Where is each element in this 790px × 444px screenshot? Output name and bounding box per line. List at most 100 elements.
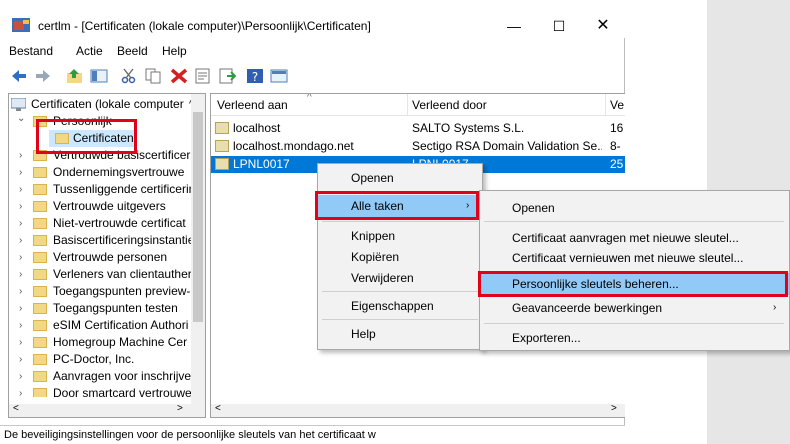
- submenu-item-advanced-operations[interactable]: Geavanceerde bewerkingen ›: [480, 297, 789, 319]
- list-header: Verleend aan ^ Verleend door Ve: [211, 94, 625, 116]
- tree-item[interactable]: › Aanvragen voor inschrijve: [9, 368, 193, 385]
- folder-icon: [55, 133, 69, 144]
- column-divider[interactable]: [407, 94, 408, 116]
- chevron-right-icon[interactable]: ›: [19, 232, 29, 249]
- context-item-verwijderen[interactable]: Verwijderen: [318, 267, 482, 289]
- submenu-item-manage-private-keys[interactable]: Persoonlijke sleutels beheren...: [480, 273, 789, 295]
- tree-item-persoonlijk[interactable]: ⌄ Persoonlijk: [9, 113, 193, 130]
- folder-icon: [33, 354, 47, 365]
- tree-item[interactable]: › Vertrouwde personen: [9, 249, 193, 266]
- minimize-button[interactable]: —: [492, 14, 536, 38]
- delete-icon[interactable]: [170, 68, 188, 84]
- tree-item[interactable]: › Tussenliggende certificerin: [9, 181, 195, 198]
- context-item-alle-taken[interactable]: Alle taken ›: [318, 195, 482, 217]
- cut-icon[interactable]: [120, 68, 138, 84]
- column-issued-by[interactable]: Verleend door: [412, 98, 487, 112]
- up-folder-icon[interactable]: [66, 68, 84, 84]
- chevron-right-icon[interactable]: ›: [19, 215, 29, 232]
- context-item-kopieren[interactable]: Kopiëren: [318, 246, 482, 268]
- scroll-left-icon[interactable]: <: [13, 403, 19, 414]
- table-row[interactable]: localhost.mondago.net Sectigo RSA Domain…: [211, 138, 625, 155]
- close-button[interactable]: ✕: [581, 14, 625, 38]
- chevron-right-icon[interactable]: ›: [19, 249, 29, 266]
- console-icon[interactable]: [270, 68, 288, 84]
- menu-separator: [322, 291, 478, 292]
- status-bar: De beveiligingsinstellingen voor de pers…: [0, 425, 625, 444]
- chevron-right-icon[interactable]: ›: [19, 368, 29, 385]
- submenu-item-request-new-key[interactable]: Certificaat aanvragen met nieuwe sleutel…: [480, 227, 789, 249]
- submenu-item-renew-new-key[interactable]: Certificaat vernieuwen met nieuwe sleute…: [480, 247, 789, 269]
- scrollbar-thumb[interactable]: [193, 112, 203, 322]
- maximize-button[interactable]: ☐: [537, 14, 581, 38]
- chevron-right-icon[interactable]: ›: [19, 181, 29, 198]
- context-item-help[interactable]: Help: [318, 323, 482, 345]
- scroll-right-icon[interactable]: >: [177, 403, 183, 414]
- chevron-right-icon[interactable]: ›: [19, 147, 29, 164]
- export-list-icon[interactable]: [218, 68, 236, 84]
- context-item-eigenschappen[interactable]: Eigenschappen: [318, 295, 482, 317]
- submenu-arrow-icon: ›: [773, 302, 777, 313]
- tree-horizontal-scrollbar[interactable]: < >: [9, 403, 205, 417]
- chevron-right-icon[interactable]: ›: [19, 266, 29, 283]
- context-menu: Openen Alle taken › Knippen Kopiëren Ver…: [317, 163, 483, 350]
- folder-icon: [33, 218, 47, 229]
- tree-item[interactable]: › Verleners van clientauther: [9, 266, 193, 283]
- tree-item-root[interactable]: Certificaten (lokale computer ^: [9, 96, 194, 113]
- tree-item-certificaten[interactable]: Certificaten: [49, 130, 137, 147]
- submenu-item-exporteren[interactable]: Exporteren...: [480, 327, 789, 349]
- properties-icon[interactable]: [194, 68, 212, 84]
- folder-icon: [33, 388, 47, 397]
- column-issued-to[interactable]: Verleend aan: [217, 98, 288, 112]
- chevron-right-icon[interactable]: ›: [19, 198, 29, 215]
- table-row[interactable]: localhost SALTO Systems S.L. 16: [211, 120, 625, 137]
- chevron-right-icon[interactable]: ›: [19, 385, 29, 397]
- list-horizontal-scrollbar[interactable]: < >: [211, 403, 625, 417]
- folder-icon: [33, 252, 47, 263]
- menu-separator: [322, 319, 478, 320]
- back-icon[interactable]: [10, 68, 28, 84]
- context-item-openen[interactable]: Openen: [318, 167, 482, 189]
- tree-item[interactable]: › Basiscertificeringsinstantie: [9, 232, 194, 249]
- menu-beeld[interactable]: Beeld: [117, 44, 148, 58]
- title-bar: certlm - [Certificaten (lokale computer)…: [0, 0, 625, 38]
- menu-actie[interactable]: Actie: [76, 44, 103, 58]
- chevron-right-icon[interactable]: ›: [19, 317, 29, 334]
- folder-icon: [33, 116, 47, 127]
- column-divider[interactable]: [605, 94, 606, 116]
- tree-item[interactable]: › Ondernemingsvertrouwe: [9, 164, 193, 181]
- tree-item[interactable]: › Toegangspunten preview-: [9, 283, 193, 300]
- menu-help[interactable]: Help: [162, 44, 187, 58]
- column-expiry[interactable]: Ve: [610, 98, 624, 112]
- context-item-knippen[interactable]: Knippen: [318, 225, 482, 247]
- chevron-right-icon[interactable]: ›: [19, 164, 29, 181]
- folder-icon: [33, 167, 47, 178]
- tree-item[interactable]: › Toegangspunten testen: [9, 300, 193, 317]
- tree-item[interactable]: › eSIM Certification Authori: [9, 317, 193, 334]
- submenu-item-openen[interactable]: Openen: [480, 197, 789, 219]
- svg-text:?: ?: [252, 70, 258, 84]
- forward-icon[interactable]: [34, 68, 52, 84]
- folder-icon: [33, 235, 47, 246]
- tree-item[interactable]: › Vertrouwde uitgevers: [9, 198, 193, 215]
- menu-bestand[interactable]: Bestand: [9, 44, 53, 58]
- tree-item[interactable]: › Vertrouwde basiscertificer: [9, 147, 193, 164]
- tree-item[interactable]: › PC-Doctor, Inc.: [9, 351, 193, 368]
- scroll-right-icon[interactable]: >: [611, 403, 617, 414]
- tree-vertical-scrollbar[interactable]: [191, 94, 205, 405]
- chevron-right-icon[interactable]: ›: [19, 283, 29, 300]
- tree-item[interactable]: › Door smartcard vertrouwe: [9, 385, 193, 397]
- folder-icon: [33, 371, 47, 382]
- chevron-right-icon[interactable]: ›: [19, 351, 29, 368]
- folder-icon: [33, 184, 47, 195]
- chevron-down-icon[interactable]: ⌄: [17, 110, 27, 127]
- chevron-right-icon[interactable]: ›: [19, 300, 29, 317]
- certificate-icon: [215, 158, 229, 170]
- scroll-left-icon[interactable]: <: [215, 403, 221, 414]
- copy-icon[interactable]: [144, 68, 162, 84]
- help-icon[interactable]: ?: [246, 68, 264, 84]
- submenu-alle-taken: Openen Certificaat aanvragen met nieuwe …: [479, 190, 790, 351]
- show-hide-tree-icon[interactable]: [90, 68, 108, 84]
- chevron-right-icon[interactable]: ›: [19, 334, 29, 351]
- tree-item[interactable]: › Niet-vertrouwde certificat: [9, 215, 193, 232]
- tree-item[interactable]: › Homegroup Machine Cer: [9, 334, 193, 351]
